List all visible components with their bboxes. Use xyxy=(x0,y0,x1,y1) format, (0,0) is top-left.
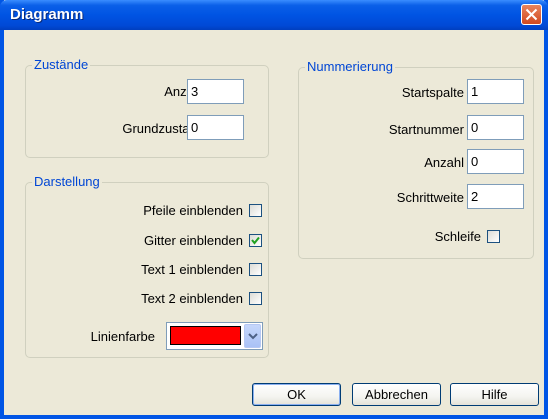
pfeile-label: Pfeile einblenden xyxy=(143,203,243,218)
schleife-checkbox[interactable] xyxy=(487,230,500,243)
gitter-checkbox[interactable] xyxy=(249,234,262,247)
close-icon xyxy=(525,8,538,21)
nummerierung-group: Nummerierung Startspalte 1 Startnummer 0… xyxy=(298,59,534,259)
schleife-label: Schleife xyxy=(434,229,481,244)
gitter-label: Gitter einblenden xyxy=(143,233,243,248)
help-button[interactable]: Hilfe xyxy=(450,383,539,406)
cancel-button[interactable]: Abbrechen xyxy=(352,383,441,406)
darstellung-group: Darstellung Pfeile einblenden Gitter ein… xyxy=(25,174,269,358)
startspalte-label: Startspalte xyxy=(401,85,464,100)
pfeile-checkbox[interactable] xyxy=(249,204,262,217)
schrittweite-label: Schrittweite xyxy=(396,190,464,205)
text2-checkbox[interactable] xyxy=(249,292,262,305)
checkmark-icon xyxy=(251,236,260,245)
text1-label: Text 1 einblenden xyxy=(141,262,243,277)
linienfarbe-label: Linienfarbe xyxy=(90,329,155,344)
startnummer-label: Startnummer xyxy=(388,122,464,137)
nummerierung-legend: Nummerierung xyxy=(305,59,395,74)
zustaende-legend: Zustände xyxy=(32,57,91,72)
zustaende-group: Zustände Anzahl 3 Grundzustand 0 xyxy=(25,57,269,158)
text2-label: Text 2 einblenden xyxy=(141,291,243,306)
linienfarbe-select[interactable] xyxy=(166,322,263,350)
zustaende-anzahl-input[interactable]: 3 xyxy=(187,79,244,104)
window-title: Diagramm xyxy=(10,6,84,23)
line-color-swatch xyxy=(170,326,241,345)
nummerierung-anzahl-label: Anzahl xyxy=(424,155,464,170)
dialog-window: Diagramm Zustände Anzahl 3 Grundzustand … xyxy=(0,0,548,419)
close-button[interactable] xyxy=(521,4,542,25)
nummerierung-anzahl-input[interactable]: 0 xyxy=(467,149,524,174)
title-bar[interactable]: Diagramm xyxy=(0,0,548,30)
chevron-down-icon xyxy=(248,333,258,340)
grundzustand-input[interactable]: 0 xyxy=(187,115,244,140)
text1-checkbox[interactable] xyxy=(249,263,262,276)
startnummer-input[interactable]: 0 xyxy=(467,115,524,140)
ok-button[interactable]: OK xyxy=(252,383,341,406)
darstellung-legend: Darstellung xyxy=(32,174,102,189)
dropdown-button[interactable] xyxy=(244,324,261,348)
schrittweite-input[interactable]: 2 xyxy=(467,184,524,209)
startspalte-input[interactable]: 1 xyxy=(467,79,524,104)
